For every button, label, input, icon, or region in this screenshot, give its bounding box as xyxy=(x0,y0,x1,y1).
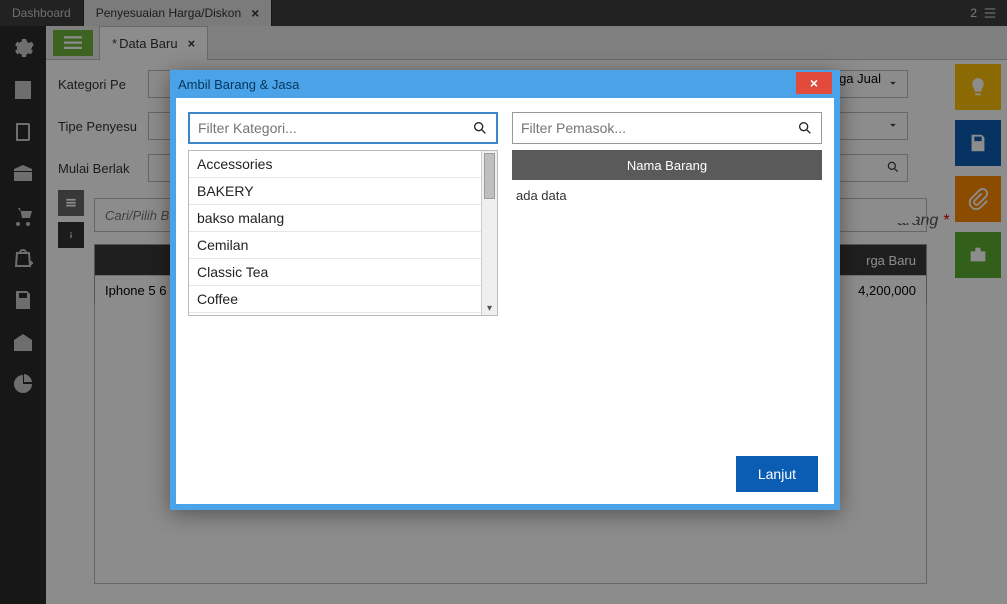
scrollbar[interactable]: ▾ xyxy=(481,151,497,315)
nama-barang-header: Nama Barang xyxy=(512,150,822,180)
search-icon[interactable] xyxy=(472,120,488,136)
kategori-item[interactable]: bakso malang xyxy=(189,205,497,232)
scroll-down-arrow[interactable]: ▾ xyxy=(482,301,497,315)
close-icon: × xyxy=(810,75,818,91)
modal-title: Ambil Barang & Jasa xyxy=(178,77,299,92)
kategori-item[interactable]: Accessories xyxy=(189,151,497,178)
filter-pemasok-input[interactable] xyxy=(521,120,797,136)
kategori-list: AccessoriesBAKERYbakso malangCemilanClas… xyxy=(188,150,498,316)
modal-footer: Lanjut xyxy=(176,444,834,504)
kategori-item[interactable]: Classic Tea xyxy=(189,259,497,286)
modal-close-button[interactable]: × xyxy=(796,72,832,94)
filter-kategori[interactable] xyxy=(188,112,498,144)
modal-left-column: AccessoriesBAKERYbakso malangCemilanClas… xyxy=(188,112,498,434)
modal-ambil-barang: Ambil Barang & Jasa × AccessoriesBAKERYb… xyxy=(170,70,840,510)
filter-pemasok[interactable] xyxy=(512,112,822,144)
scrollbar-thumb[interactable] xyxy=(484,153,495,199)
modal-titlebar: Ambil Barang & Jasa × xyxy=(170,70,840,98)
lanjut-button[interactable]: Lanjut xyxy=(736,456,818,492)
kategori-item[interactable]: Cemilan xyxy=(189,232,497,259)
kategori-item[interactable]: Coffee xyxy=(189,286,497,313)
modal-right-column: Nama Barang ada data xyxy=(512,112,822,434)
filter-kategori-input[interactable] xyxy=(198,120,472,136)
empty-state-text: ada data xyxy=(512,180,822,211)
kategori-item[interactable]: BAKERY xyxy=(189,178,497,205)
search-icon[interactable] xyxy=(797,120,813,136)
